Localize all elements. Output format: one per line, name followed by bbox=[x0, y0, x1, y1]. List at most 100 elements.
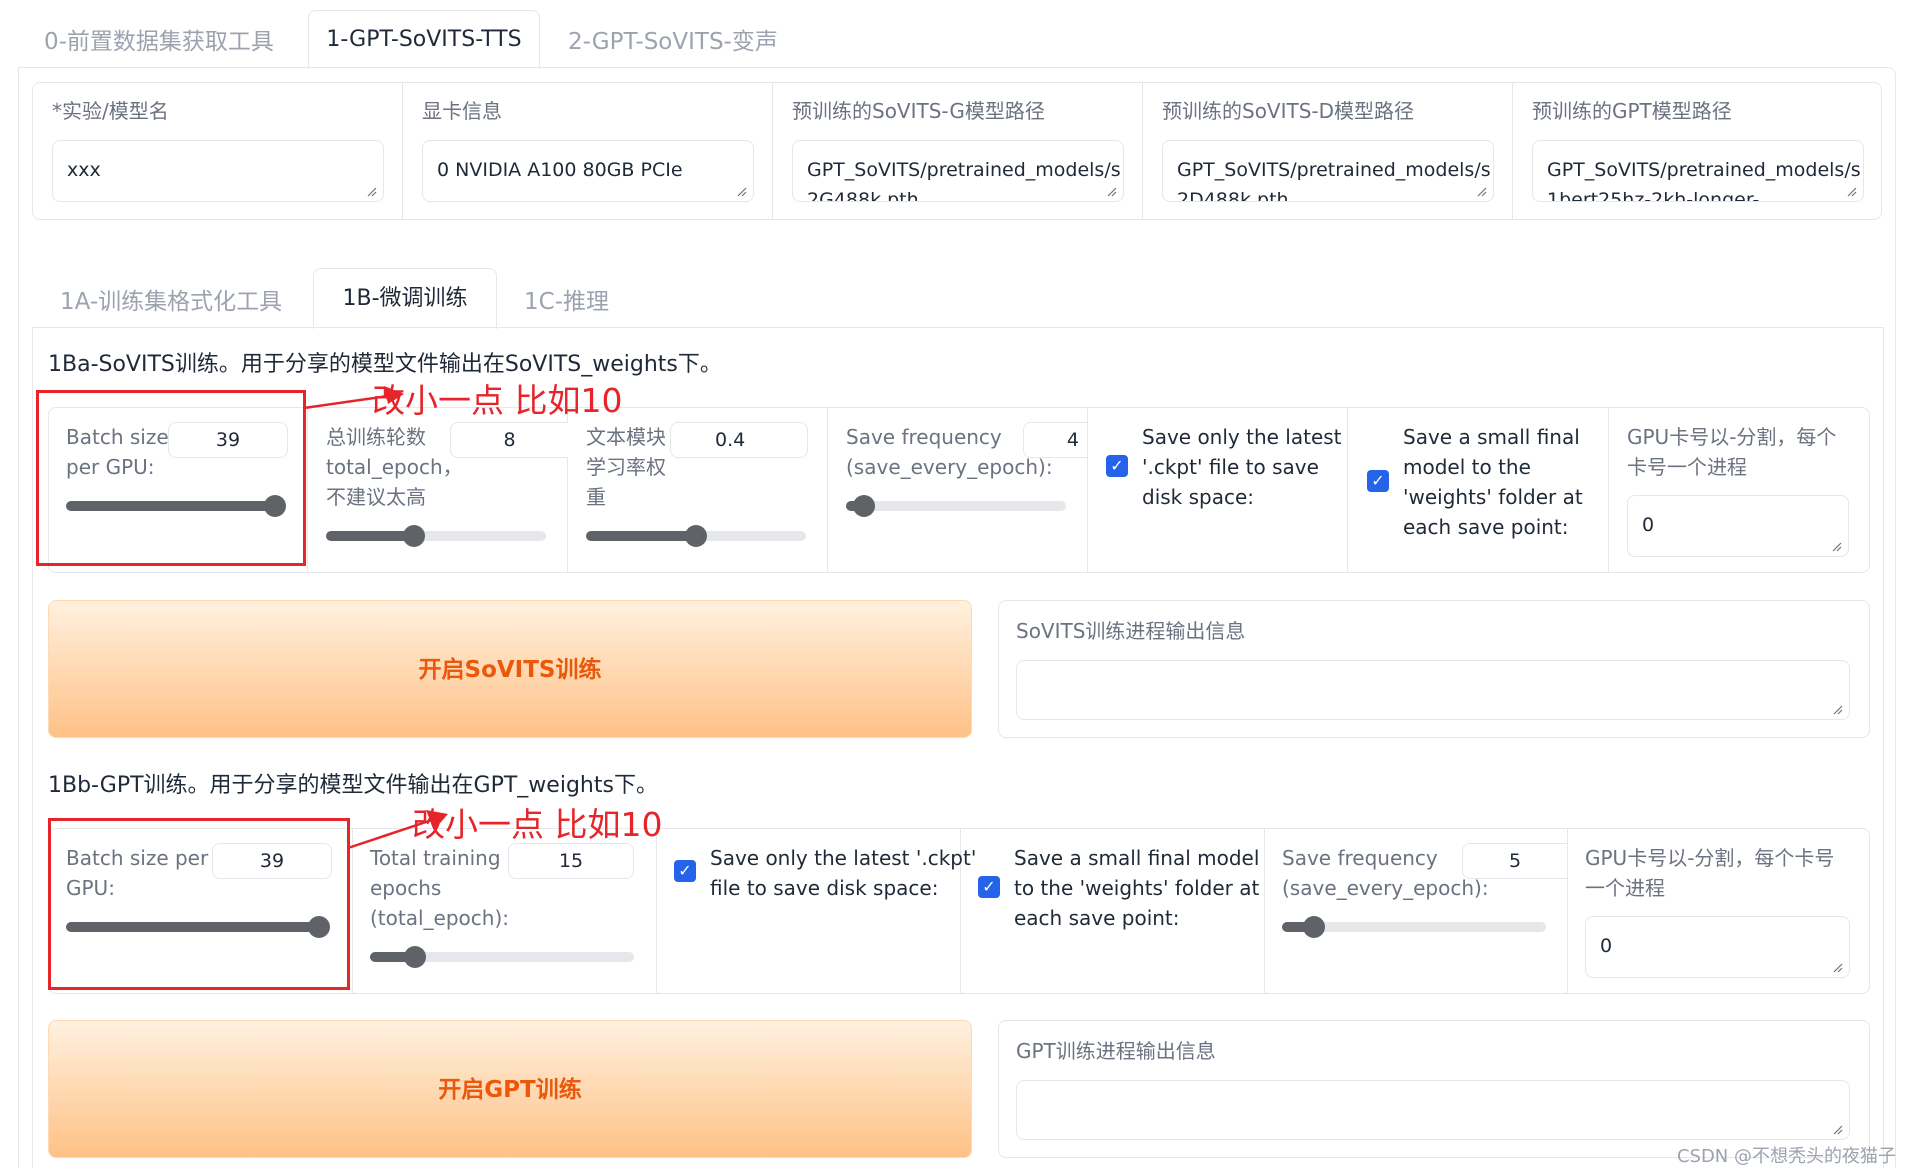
sovits-save-freq-input[interactable]: 4 bbox=[1023, 422, 1087, 458]
separator bbox=[1142, 82, 1143, 220]
gpt-output-textarea[interactable] bbox=[1016, 1080, 1850, 1140]
sovits-g-path-input[interactable]: GPT_SoVITS/pretrained_models/s 2G488k.pt… bbox=[792, 140, 1124, 202]
label-line: Save only the latest bbox=[1142, 425, 1342, 449]
sovits-save-small-label: Save a small final model to the 'weights… bbox=[1403, 422, 1583, 542]
label-line: disk space: bbox=[1142, 485, 1255, 509]
label-line: '.ckpt' file to save bbox=[1142, 455, 1319, 479]
gpt-save-small-checkbox[interactable]: ✓ bbox=[978, 876, 1000, 898]
separator bbox=[772, 82, 773, 220]
resize-grip-icon[interactable] bbox=[1832, 704, 1843, 715]
separator bbox=[1512, 82, 1513, 220]
separator bbox=[1567, 828, 1568, 994]
sovits-output-label: SoVITS训练进程输出信息 bbox=[1016, 619, 1246, 643]
gpt-gpu-ids-input[interactable]: 0 bbox=[1585, 916, 1850, 978]
separator bbox=[656, 828, 657, 994]
experiment-name-input[interactable]: xxx bbox=[52, 140, 384, 202]
gpt-save-latest-checkbox[interactable]: ✓ bbox=[674, 860, 696, 882]
label-line: 卡号一个进程 bbox=[1627, 455, 1747, 479]
sovits-epoch-slider[interactable] bbox=[326, 525, 546, 547]
label-line: file to save disk space: bbox=[710, 876, 939, 900]
sovits-epoch-input[interactable]: 8 bbox=[450, 422, 568, 458]
gpt-save-freq-slider[interactable] bbox=[1282, 916, 1546, 938]
gpt-gpu-ids-value: 0 bbox=[1600, 935, 1613, 957]
gpt-gpu-ids-label: GPU卡号以-分割，每个卡号 一个进程 bbox=[1585, 843, 1834, 903]
sovits-gpu-ids-label: GPU卡号以-分割，每个 卡号一个进程 bbox=[1627, 422, 1836, 482]
sovits-d-path-line1: GPT_SoVITS/pretrained_models/s bbox=[1177, 159, 1491, 181]
sovits-d-path-input[interactable]: GPT_SoVITS/pretrained_models/s 2D488k.pt… bbox=[1162, 140, 1494, 202]
label-line: (save_every_epoch): bbox=[846, 455, 1053, 479]
resize-grip-icon[interactable] bbox=[1846, 186, 1857, 197]
gpu-info-value: 0 NVIDIA A100 80GB PCIe bbox=[437, 159, 683, 181]
gpt-epoch-slider[interactable] bbox=[370, 946, 634, 968]
label-line: 一个进程 bbox=[1585, 876, 1665, 900]
slider-thumb[interactable] bbox=[404, 946, 426, 968]
sovits-output-textarea[interactable] bbox=[1016, 660, 1850, 720]
label-line: epochs bbox=[370, 876, 442, 900]
gpt-save-small-label: Save a small final model to the 'weights… bbox=[1014, 843, 1259, 933]
label-line: 文本模块 bbox=[586, 425, 666, 449]
sovits-g-path-label: 预训练的SoVITS-G模型路径 bbox=[792, 99, 1045, 123]
gpt-path-line2: 1bert25hz-2kh-longer-epoch=68e bbox=[1547, 189, 1760, 202]
sovits-save-small-checkbox[interactable]: ✓ bbox=[1367, 470, 1389, 492]
gpt-save-freq-label: Save frequency (save_every_epoch): bbox=[1282, 843, 1489, 903]
experiment-name-label: *实验/模型名 bbox=[52, 99, 169, 123]
slider-thumb[interactable] bbox=[403, 525, 425, 547]
separator bbox=[1347, 407, 1348, 573]
sovits-gpu-ids-value: 0 bbox=[1642, 514, 1655, 536]
gpt-epoch-label: Total training epochs (total_epoch): bbox=[370, 843, 509, 933]
gpt-path-line1: GPT_SoVITS/pretrained_models/s bbox=[1547, 159, 1861, 181]
sovits-save-freq-label: Save frequency (save_every_epoch): bbox=[846, 422, 1053, 482]
resize-grip-icon[interactable] bbox=[366, 186, 377, 197]
annotation-note-1: 改小一点 比如10 bbox=[372, 381, 623, 420]
slider-thumb[interactable] bbox=[853, 495, 875, 517]
sovits-d-path-line2: 2D488k.pth bbox=[1177, 189, 1289, 202]
resize-grip-icon[interactable] bbox=[1832, 962, 1843, 973]
resize-grip-icon[interactable] bbox=[1831, 541, 1842, 552]
label-line: total_epoch， bbox=[326, 455, 463, 479]
tab-gpt-sovits-tts[interactable]: 1-GPT-SoVITS-TTS bbox=[308, 10, 540, 69]
separator bbox=[827, 407, 828, 573]
separator bbox=[307, 407, 308, 573]
label-line: Save a small final model bbox=[1014, 846, 1260, 870]
tab-dataset-tools[interactable]: 0-前置数据集获取工具 bbox=[44, 22, 274, 56]
sovits-text-lr-input[interactable]: 0.4 bbox=[670, 422, 808, 458]
resize-grip-icon[interactable] bbox=[1832, 1124, 1843, 1135]
sovits-save-latest-checkbox[interactable]: ✓ bbox=[1106, 455, 1128, 477]
start-gpt-training-button[interactable]: 开启GPT训练 bbox=[48, 1020, 972, 1158]
label-line: each save point: bbox=[1014, 906, 1180, 930]
annotation-box-sovits-batch bbox=[36, 390, 306, 566]
label-line: GPU卡号以-分割，每个卡号 bbox=[1585, 846, 1835, 870]
slider-thumb[interactable] bbox=[1303, 916, 1325, 938]
tab-inference[interactable]: 1C-推理 bbox=[524, 282, 609, 316]
label-line: GPU卡号以-分割，每个 bbox=[1627, 425, 1837, 449]
tab-voice-change[interactable]: 2-GPT-SoVITS-变声 bbox=[568, 22, 778, 56]
label-line: 'weights' folder at bbox=[1403, 485, 1583, 509]
tab-finetune[interactable]: 1B-微调训练 bbox=[313, 268, 497, 329]
tab-dataset-format[interactable]: 1A-训练集格式化工具 bbox=[60, 282, 282, 316]
sovits-save-freq-slider[interactable] bbox=[846, 495, 1066, 517]
slider-thumb[interactable] bbox=[685, 525, 707, 547]
resize-grip-icon[interactable] bbox=[736, 186, 747, 197]
separator bbox=[402, 82, 403, 220]
gpt-save-freq-input[interactable]: 5 bbox=[1462, 843, 1567, 879]
label-line: 不建议太高 bbox=[326, 485, 426, 509]
resize-grip-icon[interactable] bbox=[1476, 186, 1487, 197]
label-line: to the 'weights' folder at bbox=[1014, 876, 1260, 900]
sovits-gpu-ids-input[interactable]: 0 bbox=[1627, 495, 1849, 557]
annotation-box-gpt-batch bbox=[48, 818, 350, 990]
sovits-text-lr-slider[interactable] bbox=[586, 525, 806, 547]
resize-grip-icon[interactable] bbox=[1106, 186, 1117, 197]
gpt-epoch-input[interactable]: 15 bbox=[508, 843, 634, 879]
gpu-info-label: 显卡信息 bbox=[422, 99, 502, 123]
sovits-g-path-line2: 2G488k.pth bbox=[807, 189, 919, 202]
gpt-save-latest-label: Save only the latest '.ckpt' file to sav… bbox=[710, 843, 976, 903]
sovits-save-latest-label: Save only the latest '.ckpt' file to sav… bbox=[1142, 422, 1342, 512]
gpt-section-heading: 1Bb-GPT训练。用于分享的模型文件输出在GPT_weights下。 bbox=[48, 773, 658, 798]
label-line: model to the bbox=[1403, 455, 1531, 479]
gpu-info-input[interactable]: 0 NVIDIA A100 80GB PCIe bbox=[422, 140, 754, 202]
sovits-text-lr-label: 文本模块 学习率权 重 bbox=[586, 422, 666, 512]
start-sovits-training-button[interactable]: 开启SoVITS训练 bbox=[48, 600, 972, 738]
gpt-path-input[interactable]: GPT_SoVITS/pretrained_models/s 1bert25hz… bbox=[1532, 140, 1864, 202]
label-line: (total_epoch): bbox=[370, 906, 509, 930]
label-line: each save point: bbox=[1403, 515, 1569, 539]
